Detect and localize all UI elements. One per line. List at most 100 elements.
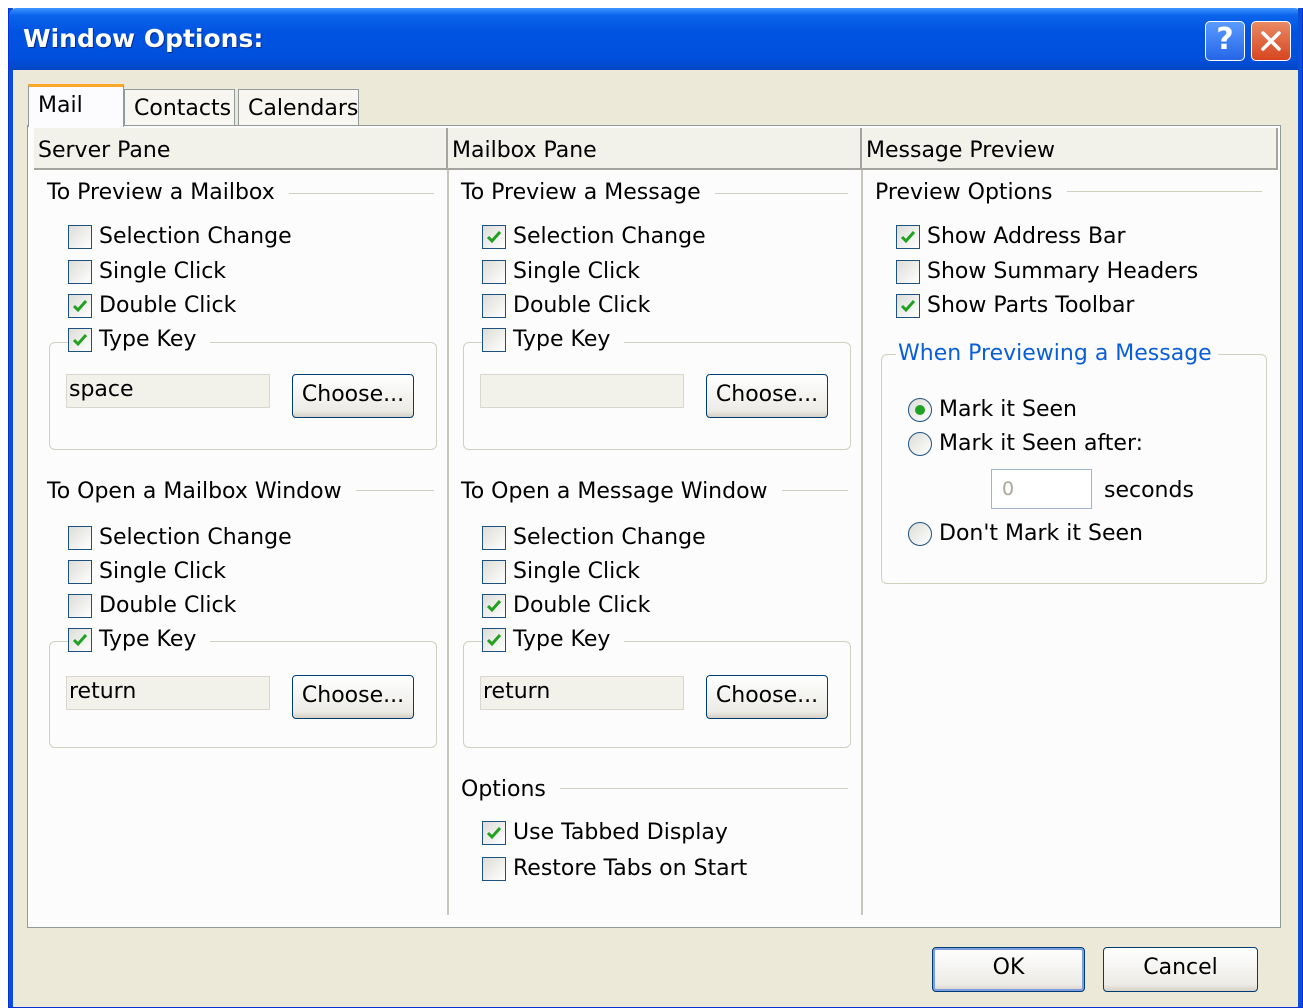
mailbox-open-choose-button[interactable]: Choose... [706,675,828,719]
close-button[interactable] [1251,21,1291,61]
checkbox-label: Single Click [99,559,227,584]
column-divider [861,170,863,915]
mailbox-preview-choose-button[interactable]: Choose... [706,374,828,418]
checkbox-box [68,259,92,284]
tab-contacts[interactable]: Contacts [124,89,235,126]
server-open-double-click-checkbox[interactable]: Double Click [68,593,236,618]
mailbox-preview-type-key-checkbox[interactable]: Type Key [482,327,625,352]
checkbox-box [68,559,92,584]
server-preview-selection-change-checkbox[interactable]: Selection Change [68,224,292,249]
checkbox-label: Single Click [513,259,641,284]
preview-options-group-title: Preview Options [875,180,1067,205]
checkbox-label: Double Click [513,593,651,618]
checkmark-icon [486,826,502,839]
checkbox-box [68,627,92,652]
mailbox-open-key-field[interactable]: return [480,676,684,710]
radio-circle [908,431,932,456]
checkbox-box [68,224,92,249]
help-button[interactable]: ? [1205,21,1245,61]
server-preview-choose-button[interactable]: Choose... [292,374,414,418]
server-open-type-key-checkbox[interactable]: Type Key [68,627,211,652]
checkmark-icon [72,633,88,646]
mailbox-open-double-click-checkbox[interactable]: Double Click [482,593,650,618]
radio-circle [908,397,932,422]
checkbox-box [482,856,506,881]
checkbox-box [482,525,506,550]
mailbox-open-type-key-checkbox[interactable]: Type Key [482,627,625,652]
checkbox-label: Show Summary Headers [927,259,1199,284]
checkbox-label: Restore Tabs on Start [513,856,748,881]
checkbox-label: Show Address Bar [927,224,1126,249]
tab-mail-label: Mail [38,93,83,118]
checkbox-label: Type Key [513,327,611,352]
checkbox-label: Double Click [513,293,651,318]
checkbox-box [68,593,92,618]
checkmark-icon [486,599,502,612]
mailbox-preview-selection-change-checkbox[interactable]: Selection Change [482,224,706,249]
checkbox-box [482,820,506,845]
restore-tabs-on-start-checkbox[interactable]: Restore Tabs on Start [482,856,747,881]
server-preview-double-click-checkbox[interactable]: Double Click [68,293,236,318]
tab-calendars[interactable]: Calendars [238,89,359,126]
checkmark-icon [486,633,502,646]
checkbox-label: Single Click [99,259,227,284]
checkbox-box [482,293,506,318]
checkbox-label: Single Click [513,559,641,584]
radio-circle [908,521,932,546]
show-address-bar-checkbox[interactable]: Show Address Bar [896,224,1126,249]
mark-seen-radio[interactable]: Mark it Seen [908,397,1077,422]
title-bar[interactable]: Window Options: ? [9,8,1302,70]
mailbox-preview-double-click-checkbox[interactable]: Double Click [482,293,650,318]
dont-mark-seen-radio[interactable]: Don't Mark it Seen [908,521,1143,546]
column-header-mailbox-pane: Mailbox Pane [448,128,862,170]
use-tabbed-display-checkbox[interactable]: Use Tabbed Display [482,820,728,845]
checkbox-label: Type Key [99,627,197,652]
checkbox-box [482,627,506,652]
server-open-choose-button[interactable]: Choose... [292,675,414,719]
server-open-key-field[interactable]: return [66,676,270,710]
ok-button[interactable]: OK [932,947,1085,992]
checkbox-box [482,327,506,352]
mailbox-open-selection-change-checkbox[interactable]: Selection Change [482,525,706,550]
checkbox-label: Double Click [99,593,237,618]
radio-label: Mark it Seen [939,397,1077,422]
checkbox-label: Use Tabbed Display [513,820,728,845]
checkmark-icon [900,299,916,312]
cancel-button[interactable]: Cancel [1103,947,1258,992]
open-message-group-title: To Open a Message Window [461,479,782,504]
checkbox-box [68,293,92,318]
close-icon [1261,31,1281,51]
column-divider [447,170,449,915]
tab-mail[interactable]: Mail [28,84,124,127]
show-parts-toolbar-checkbox[interactable]: Show Parts Toolbar [896,293,1134,318]
when-previewing-group-title: When Previewing a Message [896,341,1218,366]
checkbox-label: Show Parts Toolbar [927,293,1135,318]
checkbox-box [896,259,920,284]
checkbox-label: Selection Change [99,224,292,249]
server-preview-type-key-checkbox[interactable]: Type Key [68,327,211,352]
checkbox-box [896,224,920,249]
checkmark-icon [900,230,916,243]
mailbox-preview-single-click-checkbox[interactable]: Single Click [482,259,640,284]
mark-seen-after-radio[interactable]: Mark it Seen after: [908,431,1143,456]
server-preview-single-click-checkbox[interactable]: Single Click [68,259,226,284]
server-open-single-click-checkbox[interactable]: Single Click [68,559,226,584]
mailbox-preview-key-field[interactable] [480,374,684,408]
checkbox-label: Type Key [513,627,611,652]
checkbox-box [482,593,506,618]
window-title: Window Options: [23,24,264,53]
mailbox-open-single-click-checkbox[interactable]: Single Click [482,559,640,584]
checkbox-label: Selection Change [99,525,292,550]
show-summary-headers-checkbox[interactable]: Show Summary Headers [896,259,1198,284]
server-open-selection-change-checkbox[interactable]: Selection Change [68,525,292,550]
radio-dot [915,404,925,415]
checkbox-box [482,259,506,284]
server-preview-key-field[interactable]: space [66,374,270,408]
checkmark-icon [72,333,88,346]
options-group-title: Options [461,777,560,802]
checkmark-icon [486,230,502,243]
column-header-server-pane: Server Pane [34,128,448,170]
checkbox-box [482,224,506,249]
seconds-input[interactable]: 0 [991,469,1092,509]
checkbox-box [68,327,92,352]
